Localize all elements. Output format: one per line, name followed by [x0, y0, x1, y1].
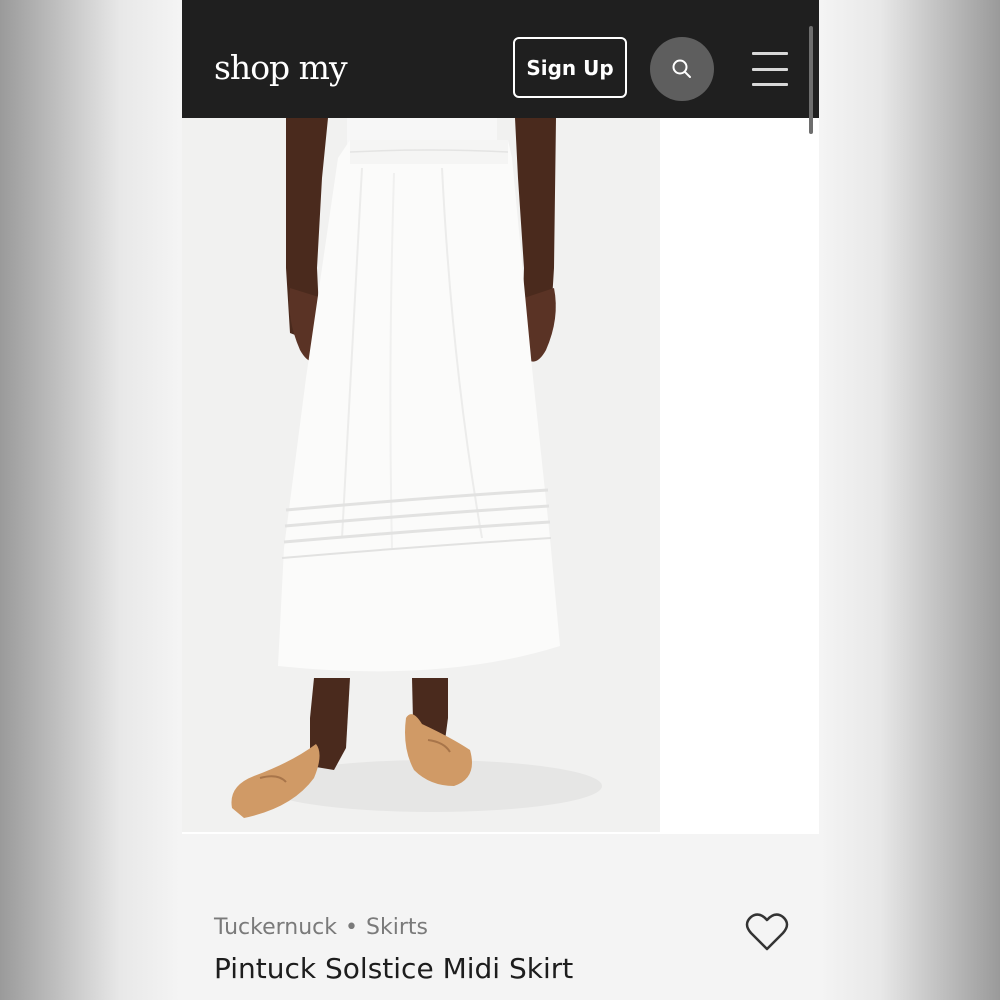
skirt-photo-illustration	[182, 118, 660, 832]
menu-line	[752, 52, 788, 55]
brand-link[interactable]: Tuckernuck	[214, 914, 337, 942]
breadcrumb-separator: •	[345, 915, 358, 940]
menu-line	[752, 67, 788, 71]
heart-icon[interactable]	[745, 912, 789, 952]
site-header: shop my Sign Up	[182, 0, 819, 118]
search-icon	[672, 59, 691, 78]
search-button[interactable]	[650, 37, 714, 101]
hamburger-menu-icon[interactable]	[752, 52, 788, 86]
sign-up-button[interactable]: Sign Up	[513, 37, 627, 98]
product-image[interactable]	[182, 118, 660, 832]
image-gallery-gap	[660, 118, 819, 832]
menu-line	[752, 83, 788, 86]
breadcrumb: Tuckernuck • Skirts	[214, 914, 428, 942]
product-title: Pintuck Solstice Midi Skirt	[214, 952, 574, 985]
category-link[interactable]: Skirts	[366, 914, 428, 942]
phone-screen: shop my Sign Up Tuckernuck • Skirts Pint…	[182, 0, 819, 1000]
shopmy-logo[interactable]: shop my	[214, 48, 348, 88]
scrollbar[interactable]	[809, 26, 813, 134]
product-info: Tuckernuck • Skirts Pintuck Solstice Mid…	[182, 834, 819, 1000]
